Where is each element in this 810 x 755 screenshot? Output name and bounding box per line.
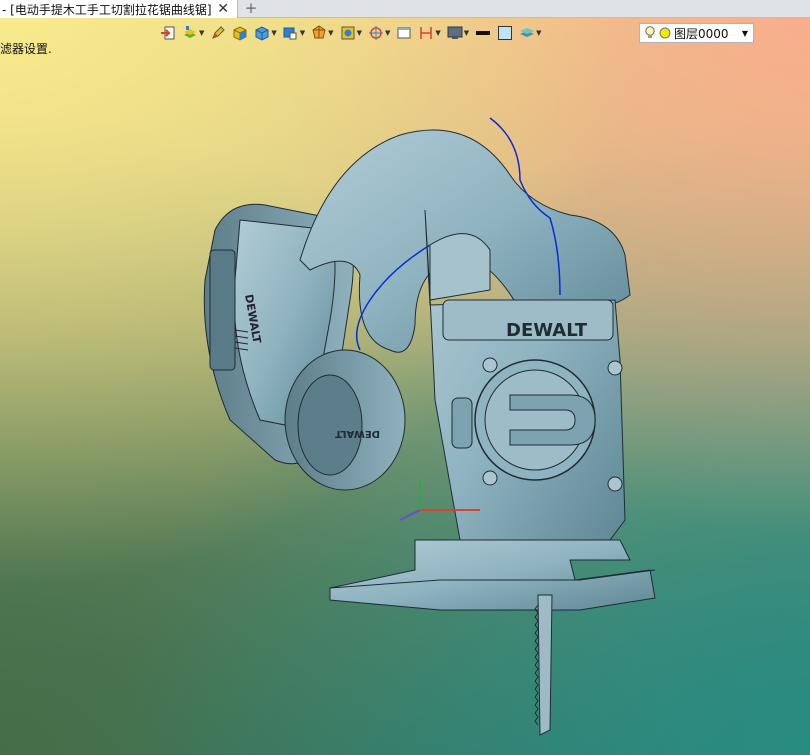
layer-select[interactable]: 图层0000 ▼ — [639, 23, 754, 43]
chevron-down-icon: ▼ — [356, 29, 362, 37]
brand-label: DEWALT — [506, 320, 588, 341]
view-cube-button[interactable]: ▼ — [281, 23, 307, 43]
layer-icon — [520, 28, 535, 37]
lightbulb-icon — [645, 26, 655, 38]
polyhedron-icon — [312, 25, 326, 39]
chevron-down-icon: ▼ — [271, 29, 277, 37]
base-shoe — [329, 539, 656, 611]
3d-model-viewport[interactable]: DEWALT DEWALT DEWALT — [190, 100, 670, 750]
crosshair-icon — [368, 26, 383, 40]
color-square-button[interactable] — [495, 23, 515, 43]
view-cube-icon — [283, 27, 297, 40]
chevron-down-icon: ▼ — [328, 29, 334, 37]
window-button[interactable] — [394, 23, 414, 43]
side-brand-label: DEWALT — [335, 428, 380, 439]
chevron-down-icon: ▼ — [463, 29, 470, 37]
window-icon — [397, 27, 411, 39]
solid-box-icon — [233, 26, 247, 41]
dimension-button[interactable]: ▼ — [416, 23, 442, 43]
solid-box-button[interactable] — [230, 23, 250, 43]
close-tab-icon[interactable]: ✕ — [217, 1, 229, 17]
new-tab-button[interactable]: + — [244, 0, 258, 18]
color-square-icon — [498, 26, 513, 40]
crosshair-button[interactable]: ▼ — [366, 23, 392, 43]
layer-select-value: 图层0000 — [674, 26, 729, 41]
chevron-down-icon: ▼ — [536, 29, 542, 37]
shaded-box-button[interactable]: ▼ — [252, 23, 278, 43]
layer-button[interactable]: ▼ — [517, 23, 543, 43]
chevron-down-icon: ▼ — [384, 29, 391, 37]
line-weight-button[interactable] — [473, 23, 493, 43]
display-button[interactable]: ▼ — [445, 23, 471, 43]
tab-bar: - [电动手提木工手工切割拉花锯曲线锯] ✕ + — [0, 0, 810, 18]
layer-color-dot — [659, 27, 671, 39]
layers-stack-icon — [184, 26, 196, 38]
chevron-down-icon: ▼ — [199, 29, 205, 37]
display-icon — [447, 26, 463, 39]
dimension-icon — [420, 27, 433, 39]
status-message: 滤器设置. — [0, 42, 52, 56]
frame-icon — [341, 26, 355, 40]
chevron-down-icon: ▼ — [435, 29, 441, 37]
chevron-down-icon: ▼ — [299, 29, 306, 37]
document-tab-title: - [电动手提木工手工切割拉花锯曲线锯] — [2, 2, 212, 17]
pen-icon — [212, 26, 226, 39]
gear-housing: DEWALT — [284, 349, 406, 491]
pen-button[interactable] — [208, 23, 228, 43]
polyhedron-button[interactable]: ▼ — [309, 23, 335, 43]
shaded-box-icon — [255, 26, 269, 41]
line-weight-icon — [476, 31, 491, 35]
import-icon — [161, 26, 175, 40]
document-tab[interactable]: - [电动手提木工手工切割拉花锯曲线锯] ✕ — [0, 0, 238, 18]
import-button[interactable] — [158, 23, 178, 43]
frame-button[interactable]: ▼ — [338, 23, 364, 43]
layers-stack-button[interactable]: ▼ — [180, 23, 206, 43]
saw-blade — [534, 594, 553, 736]
chevron-down-icon: ▼ — [741, 28, 748, 38]
view-toolbar: ▼ ▼ ▼ ▼ ▼ ▼ ▼ ▼ ▼ — [158, 22, 544, 44]
